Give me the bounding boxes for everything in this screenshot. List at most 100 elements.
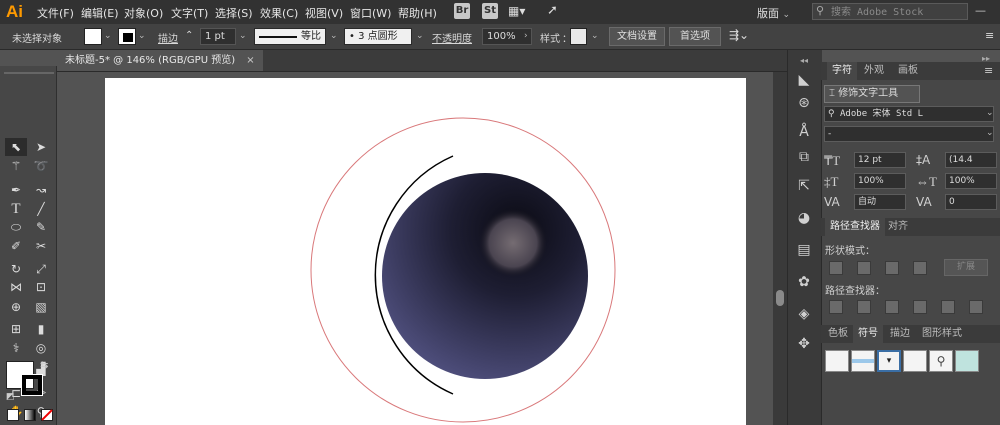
paintbrush-icon[interactable]: ✎ (30, 218, 52, 236)
document-setup-button[interactable]: 文档设置 (609, 27, 665, 46)
stroke-weight-stepper[interactable]: ⌃ (185, 30, 193, 41)
stroke-dropdown-icon[interactable]: ⌄ (138, 31, 146, 41)
stroke-weight-field[interactable]: 1 pt (200, 28, 236, 45)
color-mode-icon[interactable] (7, 409, 19, 421)
brush-dropdown-icon[interactable]: ⌄ (416, 31, 424, 41)
direct-selection-icon[interactable]: ➤ (30, 138, 52, 156)
style-dropdown-icon[interactable]: ⌄ (591, 31, 599, 41)
artboard[interactable] (105, 78, 746, 425)
tab-character[interactable]: 字符 (827, 62, 857, 80)
vertical-scrollbar[interactable] (773, 72, 787, 425)
minimize-icon[interactable]: — (975, 4, 986, 17)
mesh-icon[interactable]: ⊞ (5, 320, 27, 338)
menu-help[interactable]: 帮助(H) (398, 5, 437, 21)
gradient-mode-icon[interactable] (24, 409, 36, 421)
fill-dropdown-icon[interactable]: ⌄ (104, 31, 112, 41)
horizontal-scale-field[interactable]: 100% (945, 173, 997, 189)
crop-button[interactable] (913, 300, 927, 314)
brush-definition[interactable]: • 3 点圆形 (344, 28, 412, 45)
tab-symbols[interactable]: 符号 (853, 325, 883, 343)
menu-object[interactable]: 对象(O) (124, 5, 163, 21)
pen-icon[interactable]: ✒ (5, 181, 27, 199)
menu-type[interactable]: 文字(T) (171, 5, 208, 21)
vertical-scale-field[interactable]: 100% (854, 173, 906, 189)
stroke-panel-icon[interactable]: ▤ (794, 240, 814, 260)
character-panel-menu[interactable]: ≡ (984, 64, 993, 77)
puppet-warp-icon[interactable]: ✥ (794, 334, 814, 354)
lasso-icon[interactable]: ➰ (30, 157, 52, 175)
free-transform-icon[interactable]: ⊡ (30, 278, 52, 296)
graphic-style-swatch[interactable] (570, 28, 587, 45)
selection-icon[interactable]: ⬉ (5, 138, 27, 156)
swap-colors-icon[interactable]: ⇆ (40, 360, 48, 371)
eyedropper-icon[interactable]: ⚕ (5, 339, 27, 357)
tab-artboards[interactable]: 画板 (893, 62, 923, 80)
magic-wand-icon[interactable]: ⚚ (5, 157, 27, 175)
navigator-icon[interactable]: ⊛ (794, 93, 814, 113)
color-panel-icon[interactable]: ✿ (794, 272, 814, 292)
links-icon[interactable]: ⧉ (794, 147, 814, 167)
tab-stroke[interactable]: 描边 (885, 325, 915, 343)
opacity-label[interactable]: 不透明度 (432, 30, 472, 45)
menu-view[interactable]: 视图(V) (305, 5, 343, 21)
panel-menu-icon[interactable]: ≡ (985, 29, 994, 42)
tab-graphic-styles[interactable]: 图形样式 (917, 325, 967, 343)
stock-button[interactable]: St (482, 3, 498, 19)
symbol-item[interactable]: ⚲ (929, 350, 953, 372)
menu-file[interactable]: 文件(F) (37, 5, 74, 21)
type-icon[interactable]: T (5, 200, 27, 218)
symbol-item[interactable]: ▾ (877, 350, 901, 372)
kerning-field[interactable]: 自动 (854, 194, 906, 210)
tracking-field[interactable]: 0 (945, 194, 997, 210)
divide-button[interactable] (829, 300, 843, 314)
symbol-item[interactable] (955, 350, 979, 372)
layers-icon[interactable]: ◈ (794, 304, 814, 324)
gradient-icon[interactable]: ▮ (30, 320, 52, 338)
collapse-dock-icon[interactable]: ◂◂ (800, 56, 808, 65)
outline-button[interactable] (941, 300, 955, 314)
symbol-item[interactable] (825, 350, 849, 372)
document-tab[interactable]: 未标题-5* @ 146% (RGB/GPU 预览) × (57, 50, 263, 71)
width-icon[interactable]: ⋈ (5, 278, 27, 296)
preferences-button[interactable]: 首选项 (669, 27, 721, 46)
exclude-button[interactable] (913, 261, 927, 275)
workspace-switcher[interactable]: 版面 ⌄ (757, 5, 790, 21)
close-tab-icon[interactable]: × (246, 55, 254, 66)
font-style-field[interactable]: - (824, 126, 994, 142)
gradient-panel-icon[interactable]: ◣ (794, 70, 814, 90)
minus-front-button[interactable] (857, 261, 871, 275)
scroll-thumb[interactable] (776, 290, 784, 306)
tab-align[interactable]: 对齐 (883, 218, 913, 236)
menu-window[interactable]: 窗口(W) (350, 5, 391, 21)
arrange-icon[interactable]: ⇶⌄ (729, 28, 749, 42)
trim-button[interactable] (857, 300, 871, 314)
ellipse-icon[interactable]: ⬭ (5, 218, 27, 236)
shaper-icon[interactable]: ✐ (5, 237, 27, 255)
touch-type-button[interactable]: ⌶ 修饰文字工具 (824, 85, 920, 103)
variable-width-profile[interactable]: 等比 (254, 28, 326, 45)
gradient-sphere[interactable] (382, 173, 588, 379)
shape-builder-icon[interactable]: ⊕ (5, 298, 27, 316)
stock-search-input[interactable]: 搜索 Adobe Stock (812, 3, 968, 20)
none-mode-icon[interactable] (41, 409, 53, 421)
leading-field[interactable]: (14.4 (945, 152, 997, 168)
font-size-field[interactable]: 12 pt (854, 152, 906, 168)
rotate-icon[interactable]: ↻ (5, 260, 27, 278)
perspective-icon[interactable]: ▧ (30, 298, 52, 316)
symbol-item[interactable] (903, 350, 927, 372)
curvature-icon[interactable]: ↝ (30, 181, 52, 199)
unite-button[interactable] (829, 261, 843, 275)
menu-edit[interactable]: 编辑(E) (81, 5, 119, 21)
fill-swatch[interactable] (84, 28, 102, 45)
merge-button[interactable] (885, 300, 899, 314)
default-colors-icon[interactable]: ◩ (6, 392, 15, 402)
intersect-button[interactable] (885, 261, 899, 275)
profile-dropdown-icon[interactable]: ⌄ (330, 31, 338, 41)
stroke-color-box[interactable] (21, 374, 43, 396)
scale-icon[interactable]: ⤢ (30, 260, 52, 278)
symbol-item[interactable] (851, 350, 875, 372)
stroke-swatch[interactable] (118, 28, 136, 45)
menu-effect[interactable]: 效果(C) (260, 5, 298, 21)
tab-pathfinder[interactable]: 路径查找器 (825, 218, 885, 236)
menu-select[interactable]: 选择(S) (215, 5, 253, 21)
